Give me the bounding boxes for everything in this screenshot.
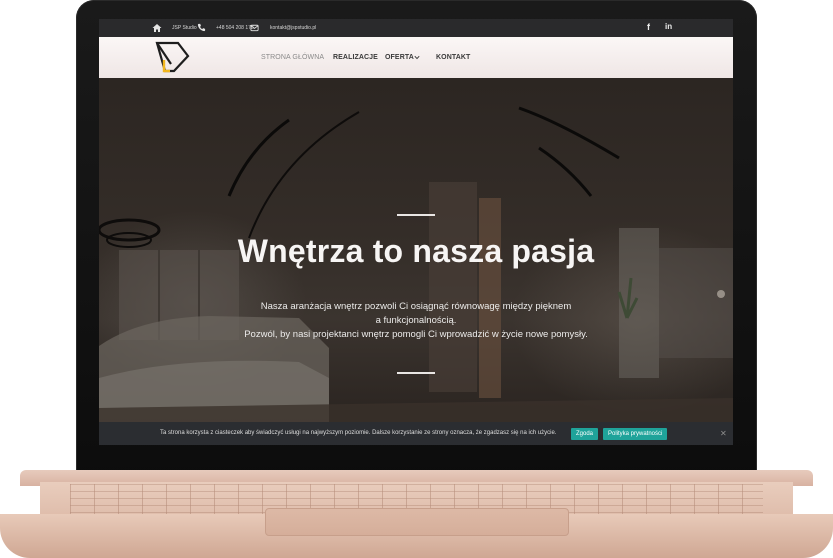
nav-item-home[interactable]: STRONA GŁÓWNA <box>261 54 324 61</box>
hero-description-line-1: Nasza aranżacja wnętrz pozwoli Ci osiągn… <box>260 301 572 312</box>
hero-description: Nasza aranżacja wnętrz pozwoli Ci osiągn… <box>99 300 733 342</box>
facebook-icon[interactable]: f <box>647 22 650 32</box>
hero-divider-top <box>397 214 435 216</box>
site-logo[interactable] <box>154 40 190 74</box>
hero-description-line-3: Pozwól, by nasi projektanci wnętrz pomog… <box>244 329 588 340</box>
nav-item-realizations[interactable]: REALIZACJE <box>333 54 378 61</box>
laptop-base <box>0 470 833 558</box>
hero-section: Wnętrza to nasza pasja Nasza aranżacja w… <box>99 78 733 422</box>
home-icon[interactable] <box>152 23 162 33</box>
nav-item-contact[interactable]: KONTAKT <box>436 54 470 61</box>
cookie-accept-button[interactable]: Zgoda <box>571 428 599 440</box>
phone-icon <box>197 23 206 32</box>
studio-name: JSP Studio <box>172 25 197 31</box>
privacy-policy-button[interactable]: Polityka prywatności <box>603 428 668 440</box>
browser-viewport: JSP Studio +48 504 208 178 kontakt@jspst… <box>99 19 733 445</box>
main-navigation: STRONA GŁÓWNA REALIZACJE OFERTA KONTAKT <box>99 37 733 78</box>
close-icon[interactable]: ✕ <box>720 429 727 438</box>
laptop-trackpad <box>265 508 569 536</box>
cookie-notice-bar: Ta strona korzysta z ciasteczek aby świa… <box>99 422 733 445</box>
phone-number[interactable]: +48 504 208 178 <box>216 25 254 31</box>
linkedin-icon[interactable]: in <box>665 22 672 31</box>
mail-icon <box>250 24 259 32</box>
cookie-notice-text: Ta strona korzysta z ciasteczek aby świa… <box>160 430 557 436</box>
hero-title: Wnętrza to nasza pasja <box>237 233 595 269</box>
hero-description-line-2: a funkcjonalnością. <box>375 315 457 326</box>
nav-item-offer[interactable]: OFERTA <box>385 54 414 61</box>
hero-divider-bottom <box>397 372 435 374</box>
email-address[interactable]: kontakt@jspstudio.pl <box>270 25 316 31</box>
chevron-down-icon[interactable] <box>414 55 420 60</box>
top-contact-bar: JSP Studio +48 504 208 178 kontakt@jspst… <box>99 19 733 37</box>
